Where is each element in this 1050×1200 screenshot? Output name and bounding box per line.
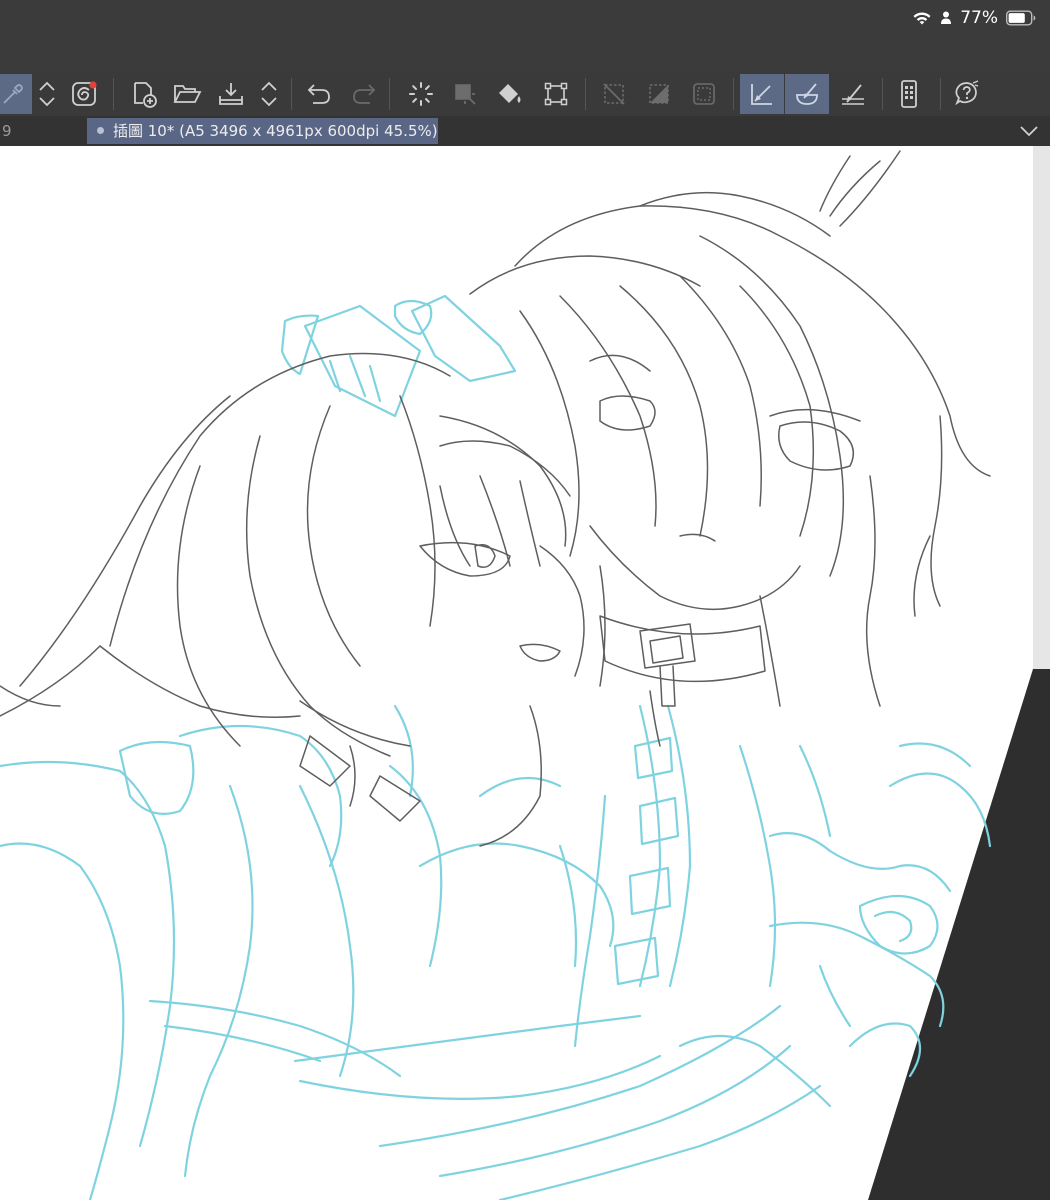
- new-file-icon: [134, 82, 157, 108]
- snap-to-special-ruler-icon: [796, 83, 818, 105]
- toolbar-separator: [882, 78, 883, 110]
- selection-border-icon: [693, 83, 715, 105]
- unsaved-dot-icon: [97, 127, 104, 134]
- clear-selection-icon: [603, 83, 625, 105]
- open-file-button[interactable]: [168, 74, 206, 114]
- battery-percentage: 77%: [960, 8, 998, 28]
- command-bar: [0, 72, 1050, 116]
- chevron-up-down-icon: [39, 81, 55, 107]
- selection-launcher-button[interactable]: [446, 74, 484, 114]
- document-tab-active[interactable]: 插圖 10* (A5 3496 x 4961px 600dpi 45.5%): [87, 118, 438, 144]
- document-tab-previous-label: 9: [2, 122, 12, 140]
- folder-open-icon: [173, 85, 202, 103]
- companion-mode-button[interactable]: [890, 74, 928, 114]
- toolbar-separator: [940, 78, 941, 110]
- paint-bucket-icon: [499, 84, 521, 103]
- wifi-icon: [913, 12, 931, 25]
- smartphone-icon: [901, 80, 917, 108]
- chevron-down-icon: [1020, 126, 1038, 137]
- document-tab-previous[interactable]: 9: [0, 116, 88, 146]
- toolbar-separator: [733, 78, 734, 110]
- save-export-button[interactable]: [212, 74, 250, 114]
- quick-access-button[interactable]: [65, 74, 103, 114]
- transform-button[interactable]: [537, 74, 575, 114]
- eyedropper-button[interactable]: [0, 74, 32, 114]
- snap-to-grid-button[interactable]: [834, 74, 872, 114]
- toolbar-separator: [389, 78, 390, 110]
- scroll-up-down-button[interactable]: [30, 74, 64, 114]
- status-indicators: 77%: [912, 6, 1036, 30]
- invert-selection-button[interactable]: [640, 74, 678, 114]
- help-icon: [955, 80, 979, 106]
- fill-button[interactable]: [491, 74, 529, 114]
- toolbar-separator: [585, 78, 586, 110]
- toolbar-separator: [291, 78, 292, 110]
- redo-button[interactable]: [345, 74, 383, 114]
- undo-button[interactable]: [300, 74, 338, 114]
- selection-border-button[interactable]: [685, 74, 723, 114]
- snap-to-grid-icon: [842, 84, 864, 105]
- transform-icon: [544, 82, 568, 106]
- selection-launcher-icon: [455, 84, 476, 105]
- snap-to-ruler-icon: [751, 84, 772, 105]
- scroll-up-down-button-2[interactable]: [252, 74, 286, 114]
- canvas-area[interactable]: [0, 146, 1050, 1200]
- snap-to-special-ruler-button[interactable]: [785, 74, 829, 114]
- invert-selection-icon: [649, 84, 669, 104]
- download-tray-icon: [219, 83, 243, 105]
- redo-icon: [353, 84, 376, 104]
- eyedropper-icon: [3, 84, 23, 104]
- processing-indicator[interactable]: [402, 74, 440, 114]
- snap-to-ruler-button[interactable]: [740, 74, 784, 114]
- status-bar: 77%: [0, 0, 1050, 72]
- toolbar-separator: [113, 78, 114, 110]
- battery-icon: [1006, 10, 1036, 26]
- help-button[interactable]: [947, 74, 985, 114]
- spinner-icon: [409, 82, 433, 106]
- document-tab-bar: 9 插圖 10* (A5 3496 x 4961px 600dpi 45.5%): [0, 116, 1050, 146]
- undo-icon: [307, 84, 330, 104]
- canvas-edge-right: [1033, 146, 1050, 669]
- tab-list-button[interactable]: [1018, 120, 1040, 142]
- document-tab-active-label: 插圖 10* (A5 3496 x 4961px 600dpi 45.5%): [113, 122, 438, 140]
- chevron-up-down-icon: [261, 81, 277, 107]
- new-file-button[interactable]: [125, 74, 163, 114]
- person-icon: [941, 11, 952, 24]
- canvas-svg: [0, 146, 1050, 1200]
- quick-access-icon: [72, 81, 97, 106]
- clear-selection-button[interactable]: [595, 74, 633, 114]
